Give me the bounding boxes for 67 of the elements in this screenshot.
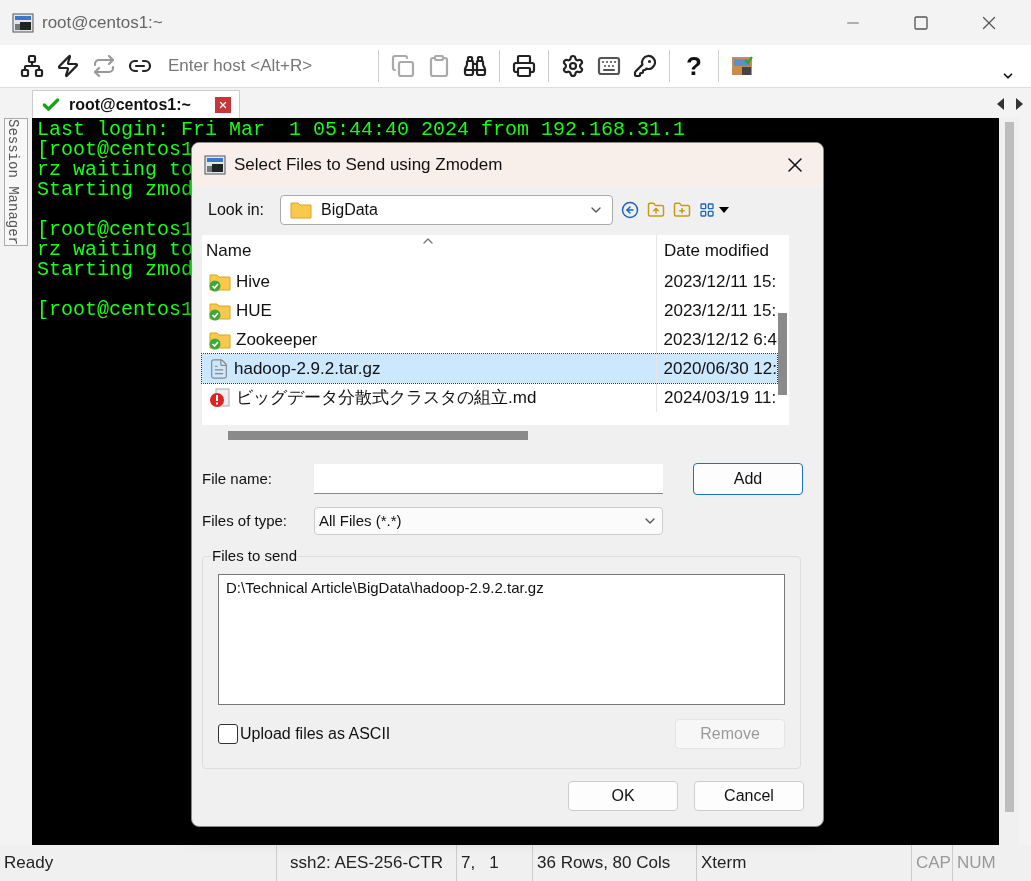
terminal-line: rz waiting to: [37, 240, 194, 260]
status-field: Xterm: [701, 850, 747, 876]
file-type-dropdown[interactable]: All Files (*.*): [314, 507, 663, 535]
status-field: 36 Rows, 80 Cols: [537, 850, 671, 876]
synced-folder-icon: [208, 300, 232, 321]
help-button[interactable]: ?: [678, 50, 710, 82]
status-field: 7, 1: [461, 850, 499, 876]
host-field[interactable]: Enter host <Alt+R>: [160, 50, 370, 82]
session-tab[interactable]: root@centos1:~: [32, 90, 240, 118]
window-title: root@centos1:~: [42, 11, 163, 34]
horizontal-scrollbar-thumb[interactable]: [228, 430, 528, 440]
file-row[interactable]: hadoop-2.9.2.tar.gz 2020/06/30 12:: [202, 354, 777, 383]
file-name-field[interactable]: [314, 464, 663, 494]
file-type-label: Files of type:: [202, 510, 289, 531]
dialog-title: Select Files to Send using Zmodem: [234, 154, 503, 177]
warning-file-icon: [208, 386, 232, 409]
status-field: ssh2: AES-256-CTR: [289, 850, 444, 876]
file-row[interactable]: Hive 2023/12/11 15:: [202, 267, 777, 296]
file-date: 2023/12/12 6:4: [662, 328, 777, 351]
dialog-icon: [204, 154, 226, 176]
vertical-scrollbar-thumb[interactable]: [778, 313, 787, 395]
file-date: 2024/03/19 11:: [663, 386, 777, 409]
terminal-line: [root@centos1: [37, 140, 194, 160]
file-date: 2023/12/11 15:: [663, 270, 777, 293]
file-name-label: File name:: [202, 468, 274, 489]
column-header[interactable]: Name: [206, 237, 252, 263]
app-icon: [12, 11, 34, 34]
view-menu-caret-icon[interactable]: [719, 207, 729, 213]
terminal-line: [root@centos1: [37, 220, 194, 240]
session-manager-tab[interactable]: Session Manager: [4, 118, 28, 247]
cancel-button[interactable]: Cancel: [694, 781, 804, 811]
column-header[interactable]: Date modified: [664, 237, 769, 263]
file-icon: [208, 357, 230, 380]
terminal-line: Starting zmod: [37, 260, 194, 280]
status-field: Ready: [4, 850, 54, 876]
terminal-line: Last login: Fri Mar 1 05:44:40 2024 from 192.168.31.1: [37, 120, 686, 140]
synced-folder-icon: [208, 329, 232, 350]
file-path: D:\Technical Article\BigData\hadoop-2.9.2.tar.gz: [226, 578, 544, 598]
status-field: CAP: [916, 850, 951, 876]
synced-folder-icon: [208, 271, 232, 292]
file-name: ビッグデータ分散式クラスタの組立.md: [236, 386, 537, 409]
back-icon[interactable]: [621, 201, 639, 219]
scrollbar-thumb[interactable]: [1004, 122, 1014, 812]
previous-tab-icon[interactable]: [997, 98, 1004, 110]
file-row[interactable]: ビッグデータ分散式クラスタの組立.md 2024/03/19 11:: [202, 383, 777, 412]
file-row[interactable]: HUE 2023/12/11 15:: [202, 296, 777, 325]
maximize-icon[interactable]: [913, 14, 929, 31]
next-tab-icon[interactable]: [1016, 98, 1023, 110]
file-date: 2023/12/11 15:: [663, 299, 777, 322]
terminal-line: rz waiting to: [37, 160, 194, 180]
look-in-label: Look in:: [207, 200, 266, 220]
status-field: NUM: [957, 850, 996, 876]
add-button[interactable]: Add: [693, 463, 803, 495]
file-name: Hive: [236, 270, 270, 293]
file-name: hadoop-2.9.2.tar.gz: [234, 357, 381, 380]
view-menu-icon[interactable]: [699, 202, 715, 218]
tab-close-icon[interactable]: [214, 96, 231, 113]
files-to-send-list[interactable]: D:\Technical Article\BigData\hadoop-2.9.2.tar.gz: [218, 574, 785, 705]
ok-button[interactable]: OK: [568, 781, 678, 811]
file-name: Zookeeper: [236, 328, 318, 351]
folder-icon: [289, 200, 313, 220]
terminal-line: [root@centos1: [37, 300, 194, 320]
look-in-dropdown[interactable]: BigData: [280, 195, 613, 225]
terminal-line: Starting zmod: [37, 180, 194, 200]
file-name: HUE: [236, 299, 272, 322]
file-date: 2020/06/30 12:: [662, 357, 777, 380]
ascii-checkbox[interactable]: Upload files as ASCII: [218, 722, 391, 746]
